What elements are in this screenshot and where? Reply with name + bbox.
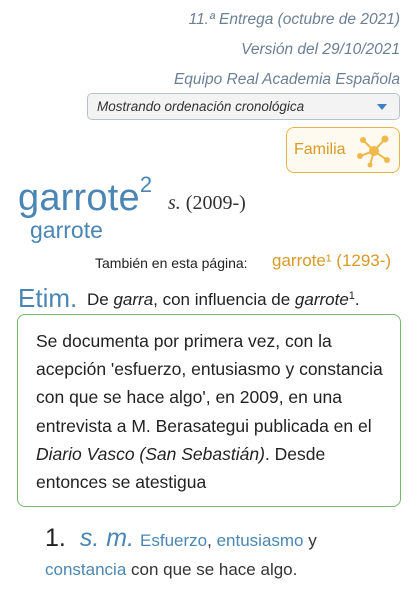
familia-button[interactable]: Familia: [286, 127, 400, 173]
familia-label: Familia: [294, 141, 346, 158]
also-on-page-link[interactable]: garrote¹ (1293-): [272, 251, 391, 271]
definition-rest: con que se hace algo.: [126, 560, 298, 579]
chevron-down-icon: [377, 104, 387, 110]
etym-text: De garra, con influencia de garrote1.: [87, 290, 360, 310]
definition-link-entusiasmo[interactable]: entusiasmo: [217, 531, 304, 550]
homograph-number: 2: [139, 172, 153, 197]
lemma-pos: s.: [168, 192, 181, 214]
etym-middle: , con influencia de: [153, 290, 295, 309]
lemma-heading: garrote2: [18, 172, 152, 220]
also-link-date: (1293-): [336, 251, 392, 270]
note-source: Diario Vasco (San Sebastián): [36, 443, 265, 464]
documentation-note: Se documenta por primera vez, con la ace…: [17, 314, 401, 507]
definition-link-esfuerzo[interactable]: Esfuerzo: [140, 531, 207, 550]
definition-1: 1. s. m. Esfuerzo, entusiasmo y constancia…: [45, 524, 385, 584]
definition-number: 1.: [45, 524, 66, 552]
etym-label: Etim.: [18, 283, 78, 313]
also-on-page-label: También en esta página:: [95, 255, 248, 271]
lemma-word: garrote: [18, 177, 140, 219]
definition-pos: s. m.: [79, 524, 135, 552]
etym-prefix: De: [87, 290, 114, 309]
lemma-date: (2009-): [185, 192, 246, 214]
network-icon: [357, 135, 390, 168]
etym-suffix: .: [354, 290, 360, 309]
lemma-category: s. (2009-): [168, 192, 246, 215]
version-text: Versión del 29/10/2021: [241, 41, 400, 58]
etym-word-garrote: garrote: [294, 290, 349, 309]
note-text-1: Se documenta por primera vez, con la ace…: [36, 331, 383, 436]
definition-sep-1: ,: [207, 531, 217, 550]
definition-link-constancia[interactable]: constancia: [45, 560, 126, 579]
edition-text: 11.ª Entrega (octubre de 2021): [188, 11, 400, 28]
also-link-mark: ¹: [325, 251, 332, 270]
also-link-word: garrote: [272, 251, 326, 270]
etym-word-garra: garra: [113, 290, 154, 309]
sort-order-select[interactable]: Mostrando ordenación cronológica: [87, 93, 400, 120]
team-text: Equipo Real Academia Española: [173, 71, 400, 88]
sort-order-value: Mostrando ordenación cronológica: [97, 99, 305, 114]
definition-sep-2: y: [303, 531, 317, 550]
lemma-variant: garrote: [30, 217, 103, 243]
